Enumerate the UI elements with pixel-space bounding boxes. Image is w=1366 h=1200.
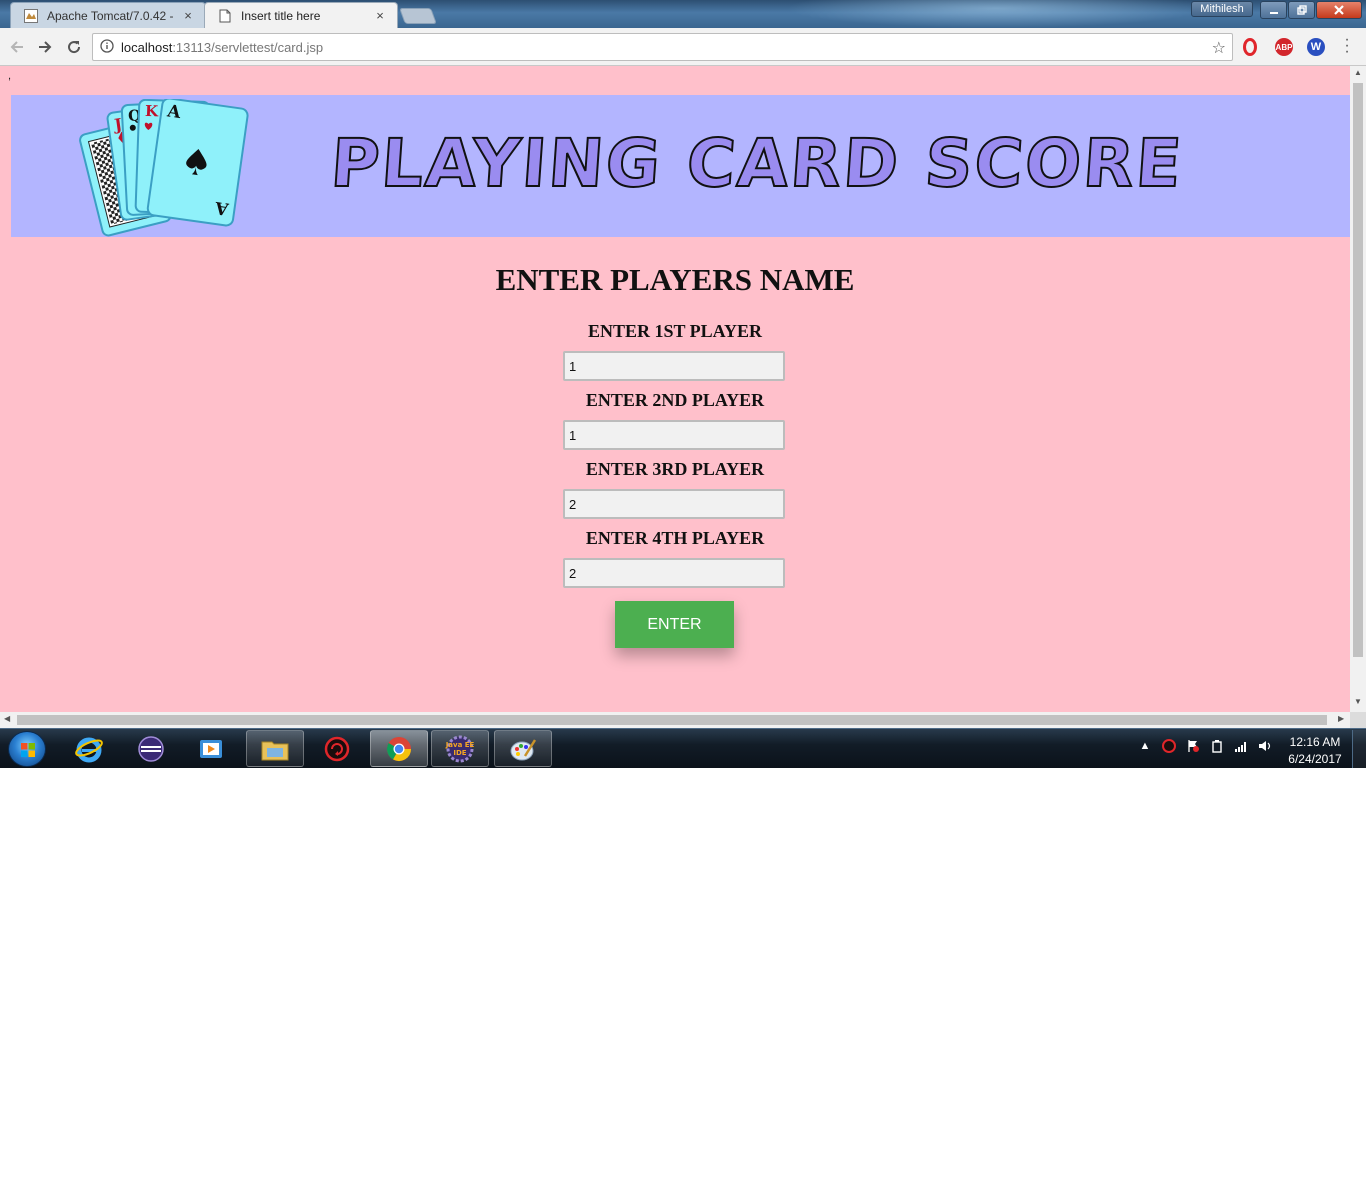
taskbar-java-ee-ide[interactable]: Java EE IDE [431, 730, 489, 767]
reload-icon [68, 41, 81, 54]
vertical-scrollbar[interactable]: ▲ ▼ [1350, 66, 1366, 712]
page-viewport: , J Q K A A PLAYING CARD SCORE ENTER PLA… [0, 66, 1350, 712]
windows-logo-icon [21, 743, 35, 757]
taskbar-media-player[interactable] [182, 730, 240, 767]
tab-close-icon[interactable]: × [373, 8, 387, 23]
svg-text:K: K [145, 102, 160, 120]
horizontal-scrollbar[interactable]: ◀ ▶ [0, 712, 1350, 728]
form-heading: ENTER PLAYERS NAME [495, 262, 855, 297]
taskbar: Java EE IDE ▲ 12:16 AM 6/24/2017 [0, 728, 1366, 768]
system-clock[interactable]: 12:16 AM 6/24/2017 [1282, 734, 1348, 768]
window-title-bar: Apache Tomcat/7.0.42 - × Insert title he… [0, 0, 1366, 28]
opera-extension-icon[interactable] [1243, 38, 1257, 56]
system-tray: ▲ [1138, 739, 1272, 753]
browser-menu-icon[interactable]: · · · [1342, 32, 1352, 60]
tab-label: Insert title here [241, 8, 321, 23]
close-icon [1334, 5, 1344, 15]
vertical-scroll-thumb[interactable] [1353, 83, 1363, 657]
volume-icon[interactable] [1258, 739, 1272, 753]
chrome-icon [386, 736, 411, 761]
recovery-tool-icon [324, 736, 350, 761]
enter-button[interactable]: ENTER [615, 601, 734, 648]
browser-toolbar: localhost:13113/servlettest/card.jsp ☆ A… [0, 28, 1366, 66]
scroll-up-arrow-icon[interactable]: ▲ [1350, 68, 1366, 77]
eclipse-icon [138, 735, 164, 762]
url-host: localhost [121, 39, 173, 55]
file-explorer-icon [261, 741, 289, 760]
taskbar-chrome[interactable] [370, 730, 428, 767]
tab-label: Apache Tomcat/7.0.42 - [47, 8, 174, 23]
network-signal-icon[interactable] [1234, 739, 1248, 753]
java-ee-ide-icon: Java EE IDE [445, 735, 475, 762]
stray-text: , [8, 70, 12, 82]
show-hidden-icons-icon[interactable]: ▲ [1138, 739, 1152, 753]
scroll-right-arrow-icon[interactable]: ▶ [1338, 714, 1344, 723]
player-3-label: ENTER 3RD PLAYER [585, 459, 765, 479]
playing-cards-logo: J Q K A A [79, 99, 249, 237]
tomcat-favicon-icon [23, 8, 39, 23]
player-4-input[interactable] [563, 558, 785, 588]
forward-button[interactable] [34, 36, 56, 58]
horizontal-scroll-thumb[interactable] [17, 715, 1327, 725]
arrow-right-icon [39, 41, 52, 53]
new-tab-button[interactable] [399, 8, 437, 24]
scroll-left-arrow-icon[interactable]: ◀ [4, 714, 10, 723]
url-path: :13113/servlettest/card.jsp [172, 39, 324, 55]
tab-insert-title[interactable]: Insert title here × [204, 2, 398, 28]
scroll-down-arrow-icon[interactable]: ▼ [1350, 697, 1366, 706]
player-1-label: ENTER 1ST PLAYER [587, 321, 763, 341]
media-player-icon [200, 739, 222, 758]
info-icon[interactable] [93, 38, 121, 56]
restore-button[interactable] [1288, 1, 1315, 19]
svg-text:IDE: IDE [453, 749, 466, 757]
player-2-label: ENTER 2ND PLAYER [585, 390, 765, 410]
profile-button[interactable]: Mithilesh [1191, 1, 1253, 17]
power-tray-icon[interactable] [1210, 739, 1224, 753]
minimize-button[interactable] [1260, 1, 1287, 19]
taskbar-eclipse[interactable] [122, 730, 180, 767]
tab-apache-tomcat[interactable]: Apache Tomcat/7.0.42 - × [10, 2, 206, 28]
taskbar-paint[interactable] [494, 730, 552, 767]
banner-title: PLAYING CARD SCORE [327, 124, 1186, 203]
bookmark-star-icon[interactable]: ☆ [1212, 38, 1226, 58]
clock-time: 12:16 AM [1289, 735, 1341, 749]
svg-text:Java EE: Java EE [445, 741, 475, 749]
taskbar-recovery-tool[interactable] [308, 730, 366, 767]
address-bar[interactable]: localhost:13113/servlettest/card.jsp ☆ [92, 33, 1233, 61]
restore-icon [1296, 5, 1307, 15]
reload-button[interactable] [63, 36, 85, 58]
minimize-icon [1269, 12, 1278, 14]
document-favicon-icon [217, 9, 233, 23]
taskbar-internet-explorer[interactable] [60, 730, 118, 767]
arrow-left-icon [10, 41, 23, 53]
paint-icon [510, 738, 537, 760]
internet-explorer-icon [75, 737, 103, 762]
w-extension-icon[interactable]: W [1307, 38, 1325, 56]
taskbar-file-explorer[interactable] [246, 730, 304, 767]
header-banner: J Q K A A PLAYING CARD SCORE [11, 95, 1350, 237]
player-4-label: ENTER 4TH PLAYER [585, 528, 765, 548]
player-1-input[interactable] [563, 351, 785, 381]
scrollbar-corner [1350, 712, 1366, 728]
tab-close-icon[interactable]: × [181, 8, 195, 23]
back-button[interactable] [6, 36, 28, 58]
security-tray-icon[interactable] [1162, 739, 1176, 753]
show-desktop-button[interactable] [1352, 730, 1366, 768]
start-button[interactable] [8, 731, 46, 767]
action-center-flag-icon[interactable] [1186, 739, 1200, 753]
clock-date: 6/24/2017 [1288, 752, 1342, 766]
window-close-button[interactable] [1316, 1, 1362, 19]
adblock-plus-icon[interactable]: ABP [1275, 38, 1293, 56]
player-2-input[interactable] [563, 420, 785, 450]
title-bar-glow [786, 0, 1206, 28]
player-3-input[interactable] [563, 489, 785, 519]
